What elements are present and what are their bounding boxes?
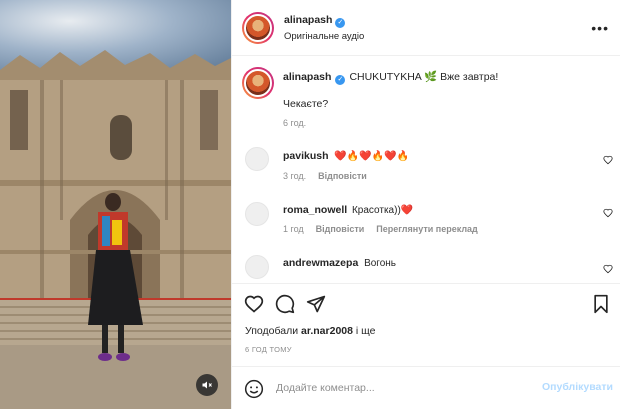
comment-avatar[interactable]: [245, 147, 269, 171]
audio-label[interactable]: Оригінальне аудіо: [284, 31, 364, 42]
comment-text: Вогонь: [364, 258, 397, 269]
likes-summary: Уподобали ar.nar2008 і ще: [245, 325, 376, 337]
post-timestamp[interactable]: 6 ГОД ТОМУ: [245, 345, 292, 354]
add-comment-bar: Опублікувати: [232, 366, 620, 409]
caption-text: CHUKUTYKHA 🌿 Вже завтра!: [349, 71, 499, 83]
caption-username[interactable]: alinapash: [283, 71, 331, 83]
comment-avatar[interactable]: [245, 202, 269, 226]
verified-icon: ✓: [335, 75, 346, 85]
caption-time[interactable]: 6 год.: [283, 118, 306, 128]
author-username[interactable]: alinapash: [284, 14, 332, 26]
author-avatar[interactable]: [242, 12, 274, 44]
comment-time[interactable]: 3 год.: [283, 171, 306, 181]
likes-suffix[interactable]: і ще: [356, 325, 376, 337]
comment-username[interactable]: pavikush: [283, 150, 329, 162]
comment-avatar[interactable]: [245, 255, 269, 279]
comment-username[interactable]: roma_nowell: [283, 204, 347, 216]
verified-icon: ✓: [335, 18, 346, 28]
see-translation-button[interactable]: Переглянути переклад: [376, 224, 477, 234]
caption: alinapash ✓ CHUKUTYKHA 🌿 Вже завтра!: [283, 70, 498, 85]
speaker-muted-icon: [202, 381, 212, 389]
reply-button[interactable]: Відповісти: [316, 224, 365, 234]
comment-meta: 3 год. Відповісти: [283, 171, 379, 181]
comments-list: alinapash ✓ CHUKUTYKHA 🌿 Вже завтра! Чекає…: [232, 57, 620, 282]
post-header: alinapash ✓ Оригінальне аудіо •••: [232, 0, 620, 56]
comment-text: Красотка))❤️: [351, 205, 414, 216]
like-comment-icon[interactable]: [603, 208, 613, 218]
comment-meta: 1 год Відповісти Переглянути переклад: [283, 224, 490, 234]
post-photo[interactable]: [0, 0, 231, 409]
emoji-icon[interactable]: [244, 379, 264, 399]
like-comment-icon[interactable]: [603, 264, 613, 274]
comment-text: ❤️🔥❤️🔥❤️🔥: [334, 151, 410, 162]
comment-icon[interactable]: [275, 294, 295, 314]
share-icon[interactable]: [306, 294, 326, 314]
bookmark-icon[interactable]: [591, 294, 611, 314]
comment-username[interactable]: andrewmazepa: [283, 257, 358, 269]
comment-time[interactable]: 1 год: [283, 224, 304, 234]
post-panel: alinapash ✓ Оригінальне аудіо ••• alinapa…: [231, 0, 620, 409]
publish-button[interactable]: Опублікувати: [542, 381, 613, 393]
caption-second-line: Чекаєте?: [283, 98, 329, 110]
photo-person: [88, 193, 143, 361]
post-actions: [232, 283, 620, 323]
reply-button[interactable]: Відповісти: [318, 171, 367, 181]
likes-user[interactable]: ar.nar2008: [301, 325, 353, 337]
more-options-icon[interactable]: •••: [591, 20, 609, 36]
likes-prefix: Уподобали: [245, 325, 299, 337]
caption-meta: 6 год.: [283, 118, 318, 128]
like-comment-icon[interactable]: [603, 155, 613, 165]
comment-input[interactable]: [276, 378, 526, 398]
mute-button[interactable]: [196, 374, 218, 396]
heart-icon[interactable]: [244, 294, 264, 314]
caption-avatar[interactable]: [242, 67, 274, 99]
